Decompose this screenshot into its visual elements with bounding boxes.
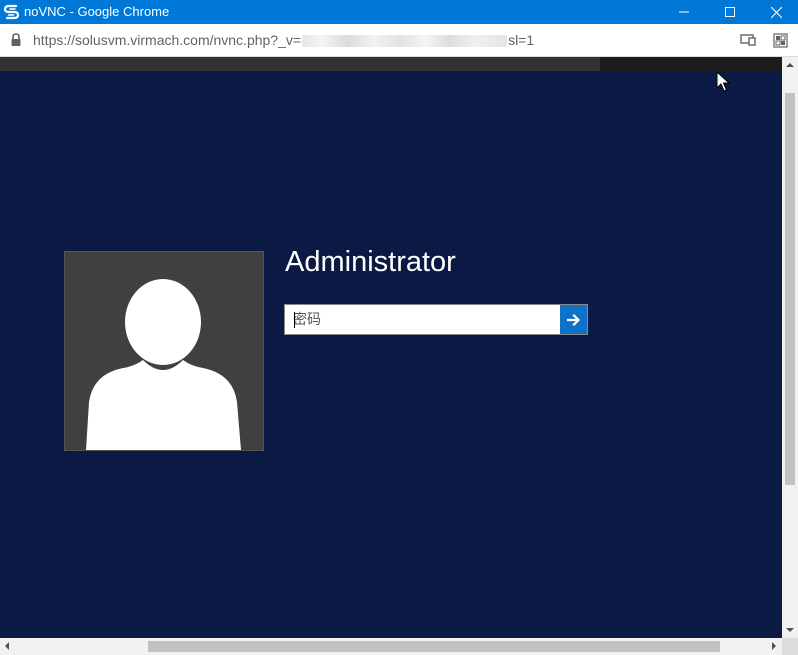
window-title: noVNC - Google Chrome	[24, 4, 170, 19]
scroll-right-arrow-icon[interactable]	[770, 642, 778, 650]
scroll-down-arrow-icon[interactable]	[786, 626, 794, 634]
scroll-up-arrow-icon[interactable]	[786, 61, 794, 69]
horizontal-scroll-thumb[interactable]	[148, 641, 720, 652]
minimize-icon	[679, 11, 689, 13]
user-avatar	[64, 251, 264, 451]
vertical-scrollbar[interactable]	[782, 57, 798, 638]
user-silhouette-icon	[86, 279, 241, 450]
cast-icon[interactable]	[740, 34, 756, 46]
scrollbar-corner	[782, 638, 798, 655]
url-redacted-segment	[302, 35, 508, 48]
close-button[interactable]	[753, 0, 798, 24]
maximize-button[interactable]	[707, 0, 753, 24]
extension-icon[interactable]	[773, 33, 788, 48]
minimize-button[interactable]	[661, 0, 707, 24]
scroll-left-arrow-icon[interactable]	[3, 642, 11, 650]
solusvm-logo-icon	[3, 4, 20, 20]
username-label: Administrator	[285, 246, 456, 278]
arrow-right-icon	[566, 313, 580, 326]
lock-icon[interactable]	[10, 33, 22, 47]
password-input[interactable]	[285, 305, 559, 334]
submit-login-button[interactable]	[559, 305, 587, 334]
vnc-control-bar-right	[600, 57, 782, 71]
close-icon	[770, 6, 782, 18]
url-suffix: sl=1	[508, 32, 535, 48]
vnc-control-bar	[0, 57, 782, 71]
password-field-container	[284, 304, 588, 335]
horizontal-scrollbar[interactable]	[0, 638, 782, 655]
maximize-icon	[725, 7, 735, 17]
url-text[interactable]: https://solusvm.virmach.com/nvnc.php?_v=…	[33, 32, 534, 48]
vertical-scroll-thumb[interactable]	[785, 93, 795, 485]
address-bar[interactable]: https://solusvm.virmach.com/nvnc.php?_v=…	[0, 24, 798, 57]
mouse-cursor-icon	[716, 71, 730, 92]
window-titlebar: noVNC - Google Chrome	[0, 0, 798, 24]
url-prefix: https://solusvm.virmach.com/nvnc.php?_v=	[33, 32, 302, 48]
vnc-viewport[interactable]: Administrator	[0, 57, 782, 638]
text-caret	[294, 312, 295, 328]
